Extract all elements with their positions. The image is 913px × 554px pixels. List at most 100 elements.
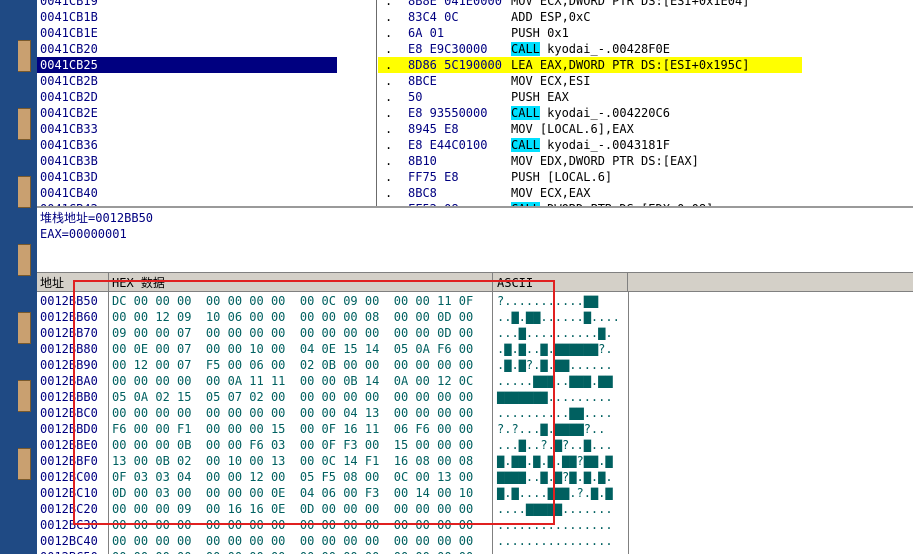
dump-hex[interactable]: 09 00 00 07 00 00 00 00 00 00 00 00 00 0… — [112, 325, 473, 341]
disasm-row[interactable]: 0041CB19. 8B8E 041E0000 MOV ECX,DWORD PTR … — [37, 0, 913, 9]
instruction-text[interactable]: LEA EAX,DWORD PTR DS:[ESI+0x195C] — [511, 57, 749, 73]
dump-address[interactable]: 0012BC10 — [40, 485, 98, 501]
disasm-address[interactable]: 0041CB3D — [37, 169, 337, 185]
col-hex-header[interactable]: HEX 数据 — [112, 275, 165, 291]
dump-address[interactable]: 0012BC50 — [40, 549, 98, 554]
dump-ascii[interactable]: ▇.▇....▇▇▇.?.▇.▇ — [497, 485, 613, 501]
disasm-address[interactable]: 0041CB19 — [37, 0, 337, 9]
disasm-row[interactable]: 0041CB3D. FF75 E8 PUSH [LOCAL.6] — [37, 169, 913, 185]
disasm-address[interactable]: 0041CB2D — [37, 89, 337, 105]
dump-address[interactable]: 0012BBD0 — [40, 421, 98, 437]
instruction-text[interactable]: MOV ECX,EAX — [511, 185, 590, 201]
opcode-hex[interactable]: 6A 01 — [408, 25, 444, 41]
disasm-row[interactable]: 0041CB1E. 6A 01 PUSH 0x1 — [37, 25, 913, 41]
opcode-hex[interactable]: E8 E9C30000 — [408, 41, 487, 57]
disasm-address[interactable]: 0041CB1B — [37, 9, 337, 25]
dump-ascii[interactable]: .....▇▇▇..▇▇▇.▇▇ — [497, 373, 613, 389]
disasm-row-body[interactable] — [378, 89, 802, 105]
opcode-hex[interactable]: 50 — [408, 89, 422, 105]
dump-address[interactable]: 0012BC00 — [40, 469, 98, 485]
opcode-hex[interactable]: 8BC8 — [408, 185, 437, 201]
disasm-address[interactable]: 0041CB3B — [37, 153, 337, 169]
opcode-hex[interactable]: E8 93550000 — [408, 105, 487, 121]
dump-ascii[interactable]: ................ — [497, 549, 613, 554]
dump-hex[interactable]: 05 0A 02 15 05 07 02 00 00 00 00 00 00 0… — [112, 389, 473, 405]
side-tab[interactable] — [18, 448, 31, 480]
opcode-hex[interactable]: 8D86 5C190000 — [408, 57, 502, 73]
side-tab[interactable] — [18, 40, 31, 72]
dump-hex[interactable]: 00 00 00 0B 00 00 F6 03 00 0F F3 00 15 0… — [112, 437, 473, 453]
dump-address[interactable]: 0012BBE0 — [40, 437, 98, 453]
dump-hex[interactable]: 00 00 12 09 10 06 00 00 00 00 00 08 00 0… — [112, 309, 473, 325]
dump-address[interactable]: 0012BC30 — [40, 517, 98, 533]
dump-address[interactable]: 0012BBB0 — [40, 389, 98, 405]
dump-ascii[interactable]: .▇.▇?.▇.▇▇...... — [497, 357, 613, 373]
disasm-row[interactable]: 0041CB40. 8BC8 MOV ECX,EAX — [37, 185, 913, 201]
side-tab[interactable] — [18, 244, 31, 276]
disasm-row[interactable]: 0041CB1B. 83C4 0C ADD ESP,0xC — [37, 9, 913, 25]
dump-hex[interactable]: DC 00 00 00 00 00 00 00 00 0C 09 00 00 0… — [112, 293, 473, 309]
dump-ascii[interactable]: ..▇.▇▇......▇.... — [497, 309, 620, 325]
opcode-hex[interactable]: 8BCE — [408, 73, 437, 89]
dump-ascii[interactable]: ...▇..?.▇?..▇... — [497, 437, 613, 453]
disasm-row[interactable]: 0041CB2D. 50 PUSH EAX — [37, 89, 913, 105]
dump-address[interactable]: 0012BB50 — [40, 293, 98, 309]
opcode-hex[interactable]: 83C4 0C — [408, 9, 459, 25]
instruction-text[interactable]: CALL kyodai_-.0043181F — [511, 137, 670, 153]
dump-address[interactable]: 0012BB90 — [40, 357, 98, 373]
dump-hex[interactable]: 00 00 00 00 00 00 00 00 00 00 00 00 00 0… — [112, 517, 473, 533]
dump-address[interactable]: 0012BBF0 — [40, 453, 98, 469]
side-tab[interactable] — [18, 176, 31, 208]
disasm-address[interactable]: 0041CB1E — [37, 25, 337, 41]
disasm-address[interactable]: 0041CB40 — [37, 185, 337, 201]
dump-address[interactable]: 0012BC40 — [40, 533, 98, 549]
opcode-hex[interactable]: FF75 E8 — [408, 169, 459, 185]
column-divider[interactable] — [492, 273, 493, 291]
instruction-text[interactable]: MOV ECX,DWORD PTR DS:[ESI+0x1E04] — [511, 0, 749, 9]
dump-hex[interactable]: 00 12 00 07 F5 00 06 00 02 0B 00 00 00 0… — [112, 357, 473, 373]
dump-hex[interactable]: 00 00 00 00 00 00 00 00 00 00 04 13 00 0… — [112, 405, 473, 421]
dump-ascii[interactable]: ?...........▇▇ — [497, 293, 598, 309]
dump-ascii[interactable]: ...▇..........▇. — [497, 325, 613, 341]
instruction-text[interactable]: CALL kyodai_-.00428F0E — [511, 41, 670, 57]
dump-hex[interactable]: 00 00 00 09 00 16 16 0E 0D 00 00 00 00 0… — [112, 501, 473, 517]
dump-ascii[interactable]: ▇▇▇▇..▇.▇?▇.▇.▇. — [497, 469, 613, 485]
disasm-row[interactable]: 0041CB2E. E8 93550000 CALL kyodai_-.004220… — [37, 105, 913, 121]
dump-ascii[interactable]: ..........▇▇.... — [497, 405, 613, 421]
dump-address[interactable]: 0012BB80 — [40, 341, 98, 357]
dump-address[interactable]: 0012BC20 — [40, 501, 98, 517]
instruction-text[interactable]: PUSH [LOCAL.6] — [511, 169, 612, 185]
dump-address[interactable]: 0012BB60 — [40, 309, 98, 325]
opcode-hex[interactable]: 8B8E 041E0000 — [408, 0, 502, 9]
dump-hex[interactable]: 00 00 00 00 00 0A 11 11 00 00 0B 14 0A 0… — [112, 373, 473, 389]
instruction-text[interactable]: MOV [LOCAL.6],EAX — [511, 121, 634, 137]
dump-address[interactable]: 0012BBC0 — [40, 405, 98, 421]
disasm-row[interactable]: 0041CB36. E8 E44C0100 CALL kyodai_-.004318… — [37, 137, 913, 153]
instruction-text[interactable]: PUSH EAX — [511, 89, 569, 105]
column-divider[interactable] — [108, 273, 109, 291]
disasm-address[interactable]: 0041CB2B — [37, 73, 337, 89]
dump-hex[interactable]: 00 00 00 00 00 00 00 00 00 00 00 00 00 0… — [112, 549, 473, 554]
disasm-row[interactable]: 0041CB20. E8 E9C30000 CALL kyodai_-.00428F… — [37, 41, 913, 57]
dump-hex[interactable]: 0D 00 03 00 00 00 00 0E 04 06 00 F3 00 1… — [112, 485, 473, 501]
dump-address[interactable]: 0012BBA0 — [40, 373, 98, 389]
disasm-address[interactable]: 0041CB25 — [37, 57, 337, 73]
disasm-row[interactable]: 0041CB3B. 8B10 MOV EDX,DWORD PTR DS:[EAX] — [37, 153, 913, 169]
col-address-header[interactable]: 地址 — [40, 275, 64, 291]
disasm-row[interactable]: 0041CB2B. 8BCE MOV ECX,ESI — [37, 73, 913, 89]
dump-ascii[interactable]: ................ — [497, 533, 613, 549]
instruction-text[interactable]: PUSH 0x1 — [511, 25, 569, 41]
dump-ascii[interactable]: ....▇▇▇▇▇....... — [497, 501, 613, 517]
dump-hex[interactable]: 00 0E 00 07 00 00 10 00 04 0E 15 14 05 0… — [112, 341, 473, 357]
side-tab[interactable] — [18, 312, 31, 344]
opcode-hex[interactable]: 8945 E8 — [408, 121, 459, 137]
side-tab[interactable] — [18, 380, 31, 412]
instruction-text[interactable]: ADD ESP,0xC — [511, 9, 590, 25]
disassembly-pane[interactable]: 0041CB19. 8B8E 041E0000 MOV ECX,DWORD PTR … — [37, 0, 913, 206]
dump-ascii[interactable]: ▇▇▇▇▇▇▇......... — [497, 389, 613, 405]
opcode-hex[interactable]: 8B10 — [408, 153, 437, 169]
disasm-row[interactable]: 0041CB33. 8945 E8 MOV [LOCAL.6],EAX — [37, 121, 913, 137]
instruction-text[interactable]: CALL kyodai_-.004220C6 — [511, 105, 670, 121]
dump-hex[interactable]: F6 00 00 F1 00 00 00 15 00 0F 16 11 06 F… — [112, 421, 473, 437]
opcode-hex[interactable]: E8 E44C0100 — [408, 137, 487, 153]
